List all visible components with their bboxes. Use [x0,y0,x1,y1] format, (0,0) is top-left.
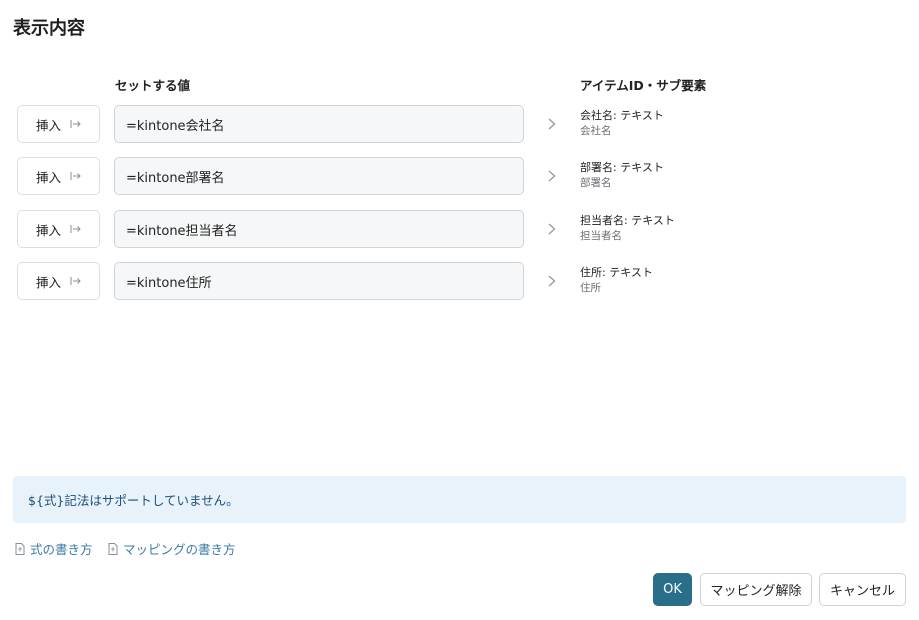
formula-help-label: 式の書き方 [30,542,93,557]
unsupported-notice: ${式}記法はサポートしていません。 [13,476,906,523]
insert-button-label: 挿入 [36,117,62,133]
item-info: 部署名: テキスト 部署名 [580,161,664,191]
chevron-right-icon [548,275,556,287]
value-input[interactable] [114,157,524,195]
value-column-header: セットする値 [115,78,191,93]
item-info: 住所: テキスト 住所 [580,266,653,296]
item-subelement: 会社名 [580,125,612,137]
value-input[interactable] [114,105,524,143]
insert-button[interactable]: 挿入 [17,157,100,195]
item-subelement: 担当者名 [580,230,622,242]
item-title: 部署名: テキスト [580,161,664,174]
value-input[interactable] [114,262,524,300]
value-input[interactable] [114,210,524,248]
ok-button[interactable]: OK [653,573,692,606]
document-icon [15,542,25,555]
insert-arrow-icon [70,172,81,180]
chevron-right-icon [548,170,556,182]
insert-button[interactable]: 挿入 [17,105,100,143]
item-info: 会社名: テキスト 会社名 [580,109,664,139]
mapping-row: 挿入 住所: テキスト 住所 [0,262,919,300]
mapping-row: 挿入 担当者名: テキスト 担当者名 [0,210,919,248]
formula-help-link[interactable]: 式の書き方 [15,539,93,558]
item-title: 住所: テキスト [580,266,653,279]
item-title: 会社名: テキスト [580,109,664,122]
chevron-right-icon [548,223,556,235]
insert-button-label: 挿入 [36,222,62,238]
document-icon [108,542,118,555]
cancel-button[interactable]: キャンセル [819,573,906,606]
chevron-right-icon [548,118,556,130]
item-title: 担当者名: テキスト [580,214,675,227]
mapping-help-link[interactable]: マッピングの書き方 [108,539,236,558]
mapping-dialog: 表示内容 セットする値 アイテムID・サブ要素 挿入 会社名: テキスト 会社名… [0,0,919,620]
item-subelement: 住所 [580,282,601,294]
unmap-button[interactable]: マッピング解除 [700,573,812,606]
insert-arrow-icon [70,225,81,233]
item-column-header: アイテムID・サブ要素 [580,78,707,93]
insert-button[interactable]: 挿入 [17,262,100,300]
notice-text: ${式}記法はサポートしていません。 [28,493,239,508]
mapping-help-label: マッピングの書き方 [123,542,236,557]
mapping-row: 挿入 会社名: テキスト 会社名 [0,105,919,143]
insert-button-label: 挿入 [36,169,62,185]
insert-button-label: 挿入 [36,274,62,290]
item-subelement: 部署名 [580,177,612,189]
insert-button[interactable]: 挿入 [17,210,100,248]
insert-arrow-icon [70,120,81,128]
mapping-row: 挿入 部署名: テキスト 部署名 [0,157,919,195]
item-info: 担当者名: テキスト 担当者名 [580,214,675,244]
insert-arrow-icon [70,277,81,285]
dialog-title: 表示内容 [13,18,85,39]
